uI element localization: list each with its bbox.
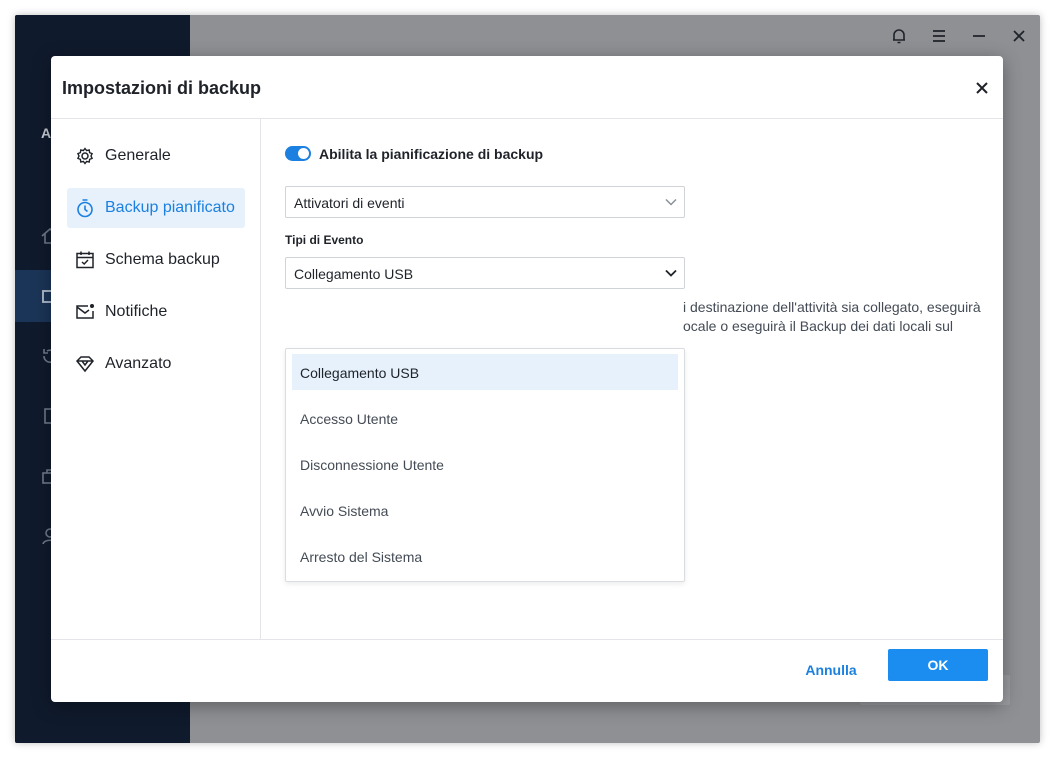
bell-icon[interactable] <box>889 26 909 46</box>
nav-item-backup-pianificato[interactable]: Backup pianificato <box>67 188 245 228</box>
option-label: Accesso Utente <box>300 411 399 427</box>
minimize-icon[interactable] <box>969 26 989 46</box>
toggle-knob <box>298 148 309 159</box>
select-value: Attivatori di eventi <box>294 195 405 211</box>
nav-item-label: Avanzato <box>105 355 172 372</box>
dropdown-option-disconnessione-utente[interactable]: Disconnessione Utente <box>292 446 678 482</box>
nav-item-label: Schema backup <box>105 251 220 268</box>
app-logo-letter: A <box>41 125 52 141</box>
settings-nav: Generale Backup pianificato Schema backu… <box>51 119 261 639</box>
dropdown-option-collegamento-usb[interactable]: Collegamento USB <box>292 354 678 390</box>
dialog-header: Impostazioni di backup <box>51 56 1003 119</box>
dropdown-option-avvio-sistema[interactable]: Avvio Sistema <box>292 492 678 528</box>
enable-schedule-toggle[interactable] <box>285 146 311 161</box>
chevron-down-icon <box>664 266 678 280</box>
enable-schedule-label: Abilita la pianificazione di backup <box>319 146 544 162</box>
option-label: Arresto del Sistema <box>300 549 423 565</box>
dialog-footer: Annulla OK <box>51 639 1003 703</box>
option-label: Collegamento USB <box>300 365 420 381</box>
description-line: i destinazione dell'attività sia collega… <box>683 299 981 315</box>
nav-item-generale[interactable]: Generale <box>67 136 245 176</box>
mail-notification-icon <box>74 301 96 323</box>
timer-icon <box>74 197 96 219</box>
menu-icon[interactable] <box>929 26 949 46</box>
cancel-button[interactable]: Annulla <box>791 659 871 681</box>
gear-icon <box>74 145 96 167</box>
option-label: Avvio Sistema <box>300 503 389 519</box>
diamond-icon <box>74 353 96 375</box>
event-type-dropdown: Collegamento USB Accesso Utente Disconne… <box>285 348 685 582</box>
backup-settings-dialog: Impostazioni di backup Generale Backup p… <box>51 56 1003 702</box>
schedule-settings-panel: Abilita la pianificazione di backup Atti… <box>261 119 1003 639</box>
nav-item-schema-backup[interactable]: Schema backup <box>67 240 245 280</box>
trigger-type-select[interactable]: Attivatori di eventi <box>285 186 685 218</box>
event-type-label: Tipi di Evento <box>285 233 364 247</box>
nav-item-avanzato[interactable]: Avanzato <box>67 344 245 384</box>
description-line: ocale o eseguirà il Backup dei dati loca… <box>683 318 954 334</box>
dropdown-option-accesso-utente[interactable]: Accesso Utente <box>292 400 678 436</box>
option-label: Disconnessione Utente <box>300 457 444 473</box>
close-icon[interactable] <box>971 77 993 99</box>
ok-button[interactable]: OK <box>888 649 988 681</box>
nav-item-notifiche[interactable]: Notifiche <box>67 292 245 332</box>
close-icon[interactable] <box>1009 26 1029 46</box>
select-value: Collegamento USB <box>294 266 414 282</box>
dialog-title: Impostazioni di backup <box>62 78 262 98</box>
dropdown-option-arresto-sistema[interactable]: Arresto del Sistema <box>292 538 678 574</box>
calendar-check-icon <box>74 249 96 271</box>
event-type-select[interactable]: Collegamento USB <box>285 257 685 289</box>
nav-item-label: Notifiche <box>105 303 168 320</box>
chevron-down-icon <box>664 195 678 209</box>
nav-item-label: Generale <box>105 147 171 164</box>
nav-item-label: Backup pianificato <box>105 199 235 216</box>
event-description: i destinazione dell'attività sia collega… <box>683 298 983 336</box>
